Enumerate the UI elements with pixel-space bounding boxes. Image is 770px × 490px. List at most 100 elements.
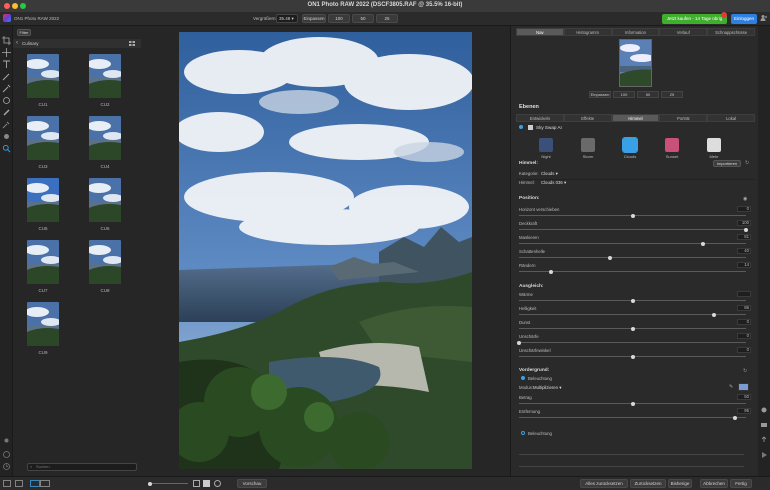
move-icon[interactable] <box>2 48 11 57</box>
slider-track[interactable] <box>519 401 746 406</box>
eyedropper-icon[interactable] <box>2 84 11 93</box>
thumbnail[interactable] <box>89 54 121 98</box>
sky-select[interactable]: Clouds 036 ▾ <box>541 180 566 186</box>
brush-edit-icon[interactable]: ✎ <box>729 384 733 390</box>
thumbnail[interactable] <box>27 240 59 284</box>
tab-histogram[interactable]: Histogramm <box>563 28 612 36</box>
retouch-icon[interactable] <box>2 108 11 117</box>
slider-value-field[interactable]: 95 <box>737 408 751 414</box>
tab-portrait[interactable]: Porträt <box>659 114 708 122</box>
thumbnail[interactable] <box>27 178 59 222</box>
slider-track[interactable] <box>519 326 746 331</box>
slider-knob[interactable] <box>607 255 612 260</box>
slider-value-field[interactable]: 0 <box>737 319 751 325</box>
preset-sunset[interactable]: Sunset <box>660 136 684 160</box>
import-button[interactable]: Importieren <box>713 160 741 167</box>
slider-knob[interactable] <box>630 213 635 218</box>
slider-knob[interactable] <box>517 340 521 345</box>
settings-gear-icon[interactable] <box>2 132 11 141</box>
layers-icon[interactable] <box>760 421 768 429</box>
cancel-button[interactable]: Abbrechen <box>700 479 728 488</box>
text-icon[interactable] <box>2 60 11 69</box>
slider-knob[interactable] <box>630 326 635 331</box>
zoom-select[interactable]: 35.48 ▾ <box>276 14 298 23</box>
before-after-icon[interactable] <box>203 480 210 487</box>
thumbnail[interactable] <box>27 302 59 346</box>
slider-value-field[interactable] <box>737 291 751 297</box>
tab-information[interactable]: Information <box>611 28 660 36</box>
tab-history[interactable]: Verlauf <box>659 28 708 36</box>
zoom-50-button[interactable]: 50 <box>352 14 374 23</box>
slider-knob[interactable] <box>712 312 717 317</box>
thumbnail[interactable] <box>27 116 59 160</box>
zoom-slider-knob[interactable] <box>148 481 152 486</box>
slider-value-field[interactable]: 0 <box>737 333 751 339</box>
reset-button[interactable]: Zurücksetzen <box>630 479 666 488</box>
crop-icon[interactable] <box>2 36 11 45</box>
thumbnail[interactable] <box>89 240 121 284</box>
slider-value-field[interactable]: 50 <box>737 394 751 400</box>
tab-develop[interactable]: Entwickeln <box>516 114 564 122</box>
slider-track[interactable] <box>519 227 748 232</box>
thumbnail[interactable] <box>89 178 121 222</box>
history-icon[interactable] <box>2 462 11 471</box>
navigator-thumbnail[interactable] <box>619 39 652 87</box>
tab-nav[interactable]: Nav <box>516 28 564 36</box>
preset-mehr[interactable]: Mehr <box>702 136 726 160</box>
slider-knob[interactable] <box>630 354 635 359</box>
mask-view-icon[interactable] <box>193 480 200 487</box>
export-icon[interactable] <box>760 436 768 444</box>
chevron-left-icon[interactable]: ‹ <box>16 40 18 46</box>
zoom-25-button[interactable]: 25 <box>376 14 398 23</box>
lighting-toggle[interactable] <box>521 376 525 380</box>
zoom-slider[interactable] <box>148 481 188 486</box>
slider-track[interactable] <box>519 312 746 317</box>
slider-track[interactable] <box>519 241 746 246</box>
filter-enabled-indicator[interactable] <box>519 125 523 129</box>
zoom-100-button[interactable]: 100 <box>328 14 350 23</box>
category-select[interactable]: Clouds ▾ <box>541 171 558 177</box>
preset-storm[interactable]: Storm <box>576 136 600 160</box>
nav-zoom-100-button[interactable]: 100 <box>613 91 635 98</box>
slider-track[interactable] <box>519 213 746 218</box>
slider-track[interactable] <box>519 298 746 303</box>
slider-track[interactable] <box>519 415 746 420</box>
people-icon[interactable] <box>760 14 768 22</box>
reset-all-button[interactable]: Alles zurücksetzen <box>580 479 628 488</box>
slider-value-field[interactable]: 81 <box>737 234 751 240</box>
slider-knob[interactable] <box>548 269 553 274</box>
loupe-icon[interactable] <box>214 480 221 487</box>
mode-select[interactable]: Multiplizieren ▾ <box>533 385 561 391</box>
brush-icon[interactable] <box>2 72 11 81</box>
slider-value-field[interactable]: 100 <box>737 220 751 226</box>
tab-local[interactable]: Lokal <box>707 114 755 122</box>
filter-button[interactable]: Filter <box>17 29 31 36</box>
slider-knob[interactable] <box>700 241 705 246</box>
thumbnail[interactable] <box>89 116 121 160</box>
extensions-icon[interactable] <box>2 436 11 445</box>
slider-track[interactable] <box>517 340 746 345</box>
settings-icon[interactable] <box>760 406 768 414</box>
slider-track[interactable] <box>519 255 746 260</box>
login-button[interactable]: Einloggen <box>731 14 757 24</box>
preview-button[interactable]: Vorschau <box>237 479 267 488</box>
slider-knob[interactable] <box>732 415 737 420</box>
zoom-tool-icon[interactable] <box>2 144 11 153</box>
slider-value-field[interactable]: 0 <box>737 347 751 353</box>
thumbnail[interactable] <box>27 54 59 98</box>
foreground-reset-icon[interactable]: ↻ <box>743 368 747 374</box>
done-button[interactable]: Fertig <box>730 479 752 488</box>
previous-button[interactable]: Bisherige <box>668 479 692 488</box>
buy-trial-button[interactable]: Jetzt kaufen - 14 Tage übrig <box>662 14 727 24</box>
nav-zoom-50-button[interactable]: 50 <box>637 91 659 98</box>
slider-knob[interactable] <box>630 401 635 406</box>
refresh-icon[interactable]: ↻ <box>745 160 749 166</box>
tab-sky[interactable]: Himmel <box>611 114 660 122</box>
slider-value-field[interactable]: 40 <box>737 248 751 254</box>
play-icon[interactable] <box>760 451 768 459</box>
eye-icon[interactable]: ◉ <box>743 196 747 202</box>
nav-zoom-25-button[interactable]: 25 <box>661 91 683 98</box>
compare-icon[interactable] <box>30 480 50 487</box>
search-input[interactable]: ⌕ Suchen <box>27 463 137 471</box>
filmstrip-icon[interactable] <box>15 480 23 487</box>
